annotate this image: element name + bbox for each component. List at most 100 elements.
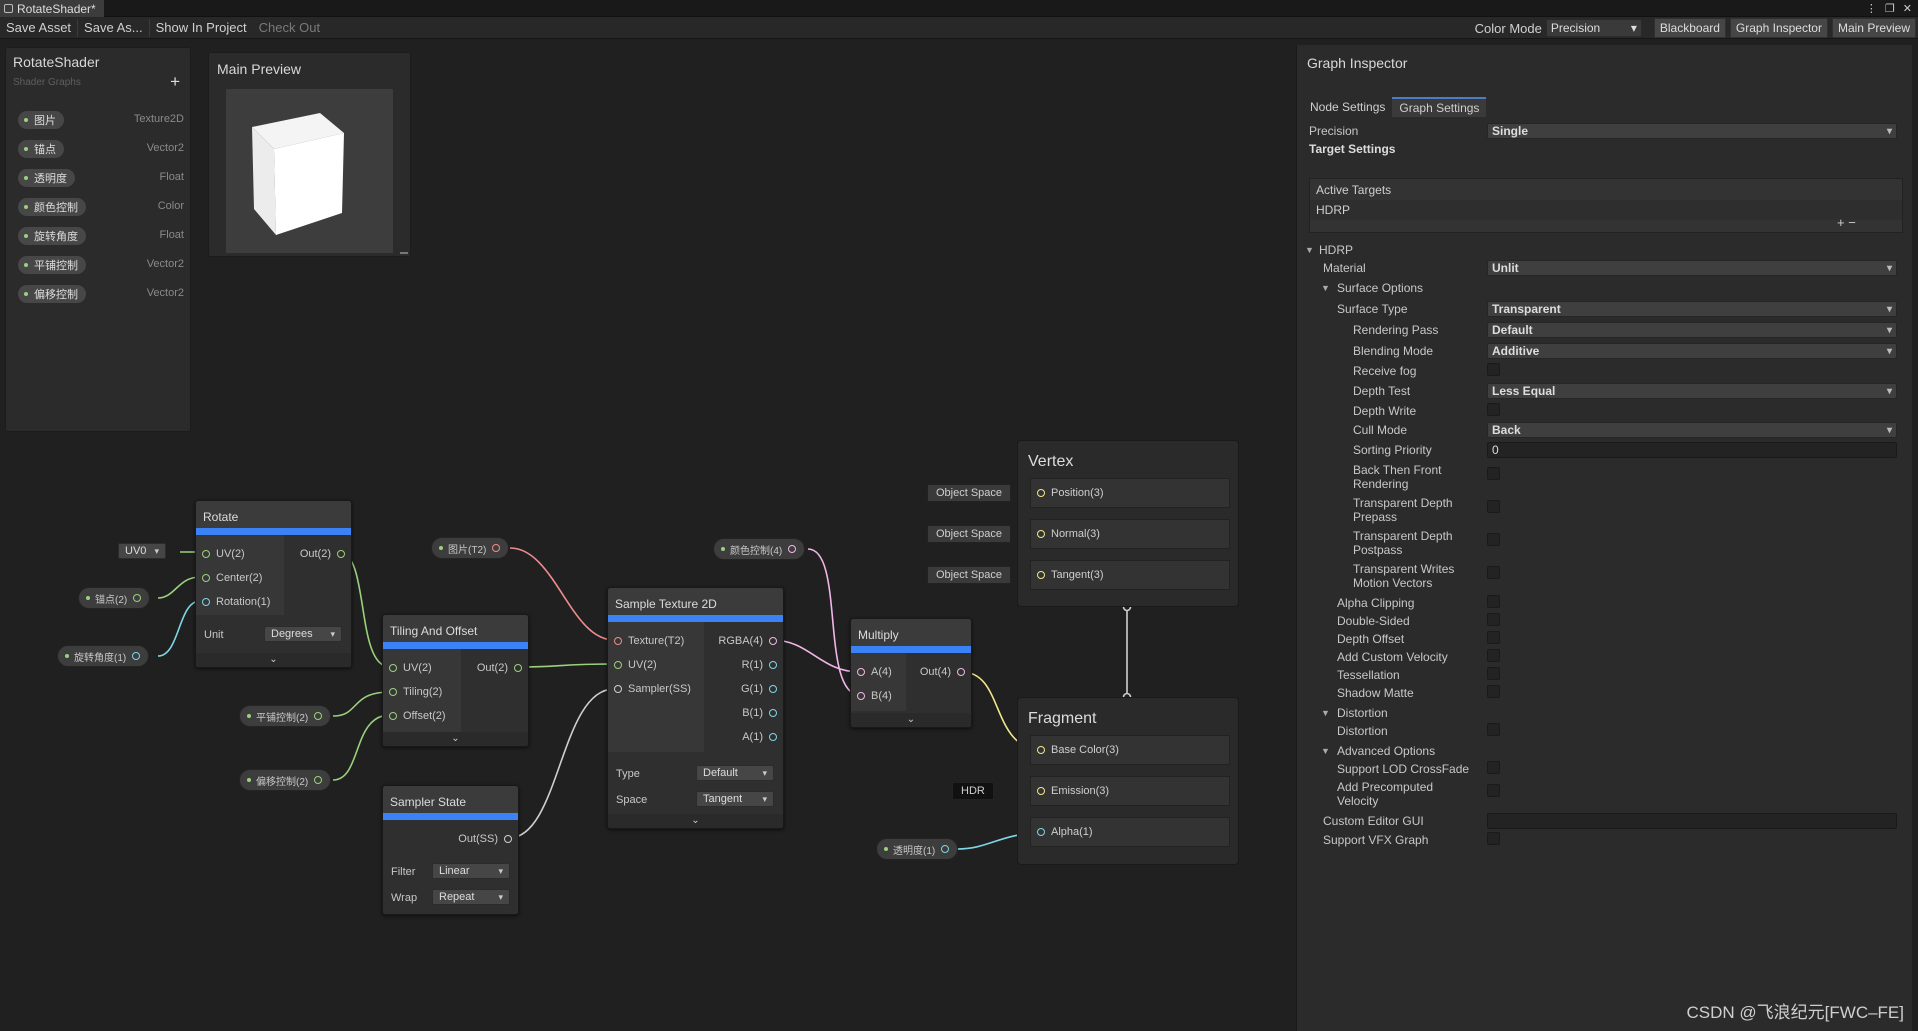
input-port-uv[interactable]: UV(2) bbox=[608, 656, 657, 674]
input-port-offset[interactable]: Offset(2) bbox=[383, 707, 446, 725]
output-port-out[interactable]: Out(2) bbox=[477, 659, 528, 677]
property-pill[interactable]: 图片 bbox=[18, 111, 64, 129]
port-dot[interactable] bbox=[941, 845, 950, 853]
tiling-and-offset-node[interactable]: Tiling And Offset UV(2) Tiling(2) Offset… bbox=[382, 614, 529, 747]
input-port-tiling[interactable]: Tiling(2) bbox=[383, 683, 442, 701]
sample-texture-2d-node[interactable]: Sample Texture 2D Texture(T2) UV(2) Samp… bbox=[607, 587, 784, 829]
port-dot[interactable] bbox=[492, 544, 501, 552]
uv-channel-dropdown[interactable]: UV0 bbox=[118, 543, 166, 559]
fragment-base-color-block[interactable]: Base Color(3) bbox=[1030, 735, 1230, 765]
input-port-texture[interactable]: Texture(T2) bbox=[608, 632, 684, 650]
depth-offset-checkbox[interactable] bbox=[1487, 631, 1500, 644]
distortion-header[interactable]: ▼ Distortion bbox=[1297, 705, 1913, 722]
normal-space-tag[interactable]: Object Space bbox=[927, 525, 1012, 543]
output-port-out[interactable]: Out(2) bbox=[300, 545, 351, 563]
input-port-b[interactable]: B(4) bbox=[851, 687, 892, 705]
fragment-alpha-block[interactable]: Alpha(1) bbox=[1030, 817, 1230, 847]
property-pill[interactable]: 透明度 bbox=[18, 169, 75, 187]
input-port-a[interactable]: A(4) bbox=[851, 663, 892, 681]
property-row[interactable]: 图片 Texture2D bbox=[18, 109, 184, 131]
output-port-b[interactable]: B(1) bbox=[742, 704, 783, 722]
foldout-arrow-icon[interactable]: ▼ bbox=[1321, 708, 1330, 718]
foldout-arrow-icon[interactable]: ▼ bbox=[1321, 746, 1330, 756]
multiply-node[interactable]: Multiply A(4) B(4) Out(4) ⌄ bbox=[850, 618, 972, 728]
output-port-rgba[interactable]: RGBA(4) bbox=[718, 632, 783, 650]
rendering-pass-dropdown[interactable]: Default bbox=[1487, 322, 1897, 338]
preview-viewport[interactable] bbox=[226, 89, 393, 253]
output-port-g[interactable]: G(1) bbox=[741, 680, 783, 698]
vfx-graph-checkbox[interactable] bbox=[1487, 832, 1500, 845]
input-port-rotation[interactable]: Rotation(1) bbox=[196, 593, 270, 611]
vertex-normal-block[interactable]: Normal(3) bbox=[1030, 519, 1230, 549]
rotate-node[interactable]: Rotate UV(2) Center(2) Rotation(1) Out(2… bbox=[195, 500, 352, 668]
port-dot[interactable] bbox=[132, 652, 141, 660]
target-item-hdrp[interactable]: HDRP bbox=[1310, 200, 1902, 220]
property-pill[interactable]: 旋转角度 bbox=[18, 227, 86, 245]
output-port-r[interactable]: R(1) bbox=[742, 656, 783, 674]
fragment-emission-block[interactable]: Emission(3) bbox=[1030, 776, 1230, 806]
property-row[interactable]: 平铺控制 Vector2 bbox=[18, 254, 184, 276]
hdr-color-swatch[interactable]: HDR bbox=[952, 782, 994, 800]
show-in-project-button[interactable]: Show In Project bbox=[150, 17, 253, 39]
wrap-dropdown[interactable]: Repeat bbox=[432, 889, 510, 905]
type-dropdown[interactable]: Default bbox=[696, 765, 774, 781]
property-row[interactable]: 锚点 Vector2 bbox=[18, 138, 184, 160]
port-dot[interactable] bbox=[314, 776, 323, 784]
tdpost-checkbox[interactable] bbox=[1487, 533, 1500, 546]
depth-write-checkbox[interactable] bbox=[1487, 403, 1500, 416]
space-dropdown[interactable]: Tangent bbox=[696, 791, 774, 807]
collapse-chevron-icon[interactable]: ⌄ bbox=[851, 713, 971, 727]
collapse-chevron-icon[interactable]: ⌄ bbox=[383, 732, 528, 746]
color-property-node[interactable]: 颜色控制(4) bbox=[713, 538, 806, 560]
more-options-icon[interactable]: ⋮ bbox=[1866, 2, 1877, 15]
alpha-clipping-checkbox[interactable] bbox=[1487, 595, 1500, 608]
collapse-chevron-icon[interactable]: ⌄ bbox=[608, 814, 783, 828]
custom-editor-gui-input[interactable] bbox=[1487, 813, 1897, 829]
surface-type-dropdown[interactable]: Transparent bbox=[1487, 301, 1897, 317]
image-property-node[interactable]: 图片(T2) bbox=[431, 537, 510, 559]
precomputed-checkbox[interactable] bbox=[1487, 784, 1500, 797]
property-row[interactable]: 颜色控制 Color bbox=[18, 196, 184, 218]
output-port-out[interactable]: Out(4) bbox=[920, 663, 971, 681]
angle-property-node[interactable]: 旋转角度(1) bbox=[57, 645, 150, 667]
port-dot[interactable] bbox=[788, 545, 797, 553]
alpha-property-node[interactable]: 透明度(1) bbox=[876, 838, 959, 860]
depth-test-dropdown[interactable]: Less Equal bbox=[1487, 383, 1897, 399]
input-port-sampler[interactable]: Sampler(SS) bbox=[608, 680, 691, 698]
input-port-center[interactable]: Center(2) bbox=[196, 569, 262, 587]
property-pill[interactable]: 偏移控制 bbox=[18, 285, 86, 303]
property-pill[interactable]: 平铺控制 bbox=[18, 256, 86, 274]
vertex-tangent-block[interactable]: Tangent(3) bbox=[1030, 560, 1230, 590]
property-row[interactable]: 偏移控制 Vector2 bbox=[18, 283, 184, 305]
property-pill[interactable]: 颜色控制 bbox=[18, 198, 86, 216]
foldout-arrow-icon[interactable]: ▼ bbox=[1321, 283, 1330, 293]
distortion-checkbox[interactable] bbox=[1487, 723, 1500, 736]
blending-mode-dropdown[interactable]: Additive bbox=[1487, 343, 1897, 359]
filter-dropdown[interactable]: Linear bbox=[432, 863, 510, 879]
add-property-button[interactable]: + bbox=[170, 72, 180, 92]
advanced-options-header[interactable]: ▼ Advanced Options bbox=[1297, 743, 1913, 760]
offset-property-node[interactable]: 偏移控制(2) bbox=[239, 769, 332, 791]
save-as-button[interactable]: Save As... bbox=[78, 17, 149, 39]
property-row[interactable]: 旋转角度 Float bbox=[18, 225, 184, 247]
output-port-out[interactable]: Out(SS) bbox=[458, 830, 518, 848]
surface-options-header[interactable]: ▼ Surface Options bbox=[1297, 280, 1913, 297]
sampler-state-node[interactable]: Sampler State Out(SS) Filter Linear Wrap… bbox=[382, 785, 519, 915]
main-preview-toggle[interactable]: Main Preview bbox=[1831, 18, 1916, 38]
hdrp-section-header[interactable]: ▼ HDRP bbox=[1297, 242, 1913, 259]
back-then-front-checkbox[interactable] bbox=[1487, 467, 1500, 480]
material-dropdown[interactable]: Unlit bbox=[1487, 260, 1897, 276]
anchor-property-node[interactable]: 锚点(2) bbox=[78, 587, 151, 609]
check-out-button[interactable]: Check Out bbox=[253, 17, 326, 39]
collapse-chevron-icon[interactable]: ⌄ bbox=[196, 653, 351, 667]
window-tab[interactable]: RotateShader* bbox=[0, 0, 104, 17]
fragment-context[interactable]: Fragment Base Color(3) Emission(3) Alpha… bbox=[1017, 697, 1239, 865]
input-port-uv[interactable]: UV(2) bbox=[383, 659, 432, 677]
maximize-icon[interactable]: ❐ bbox=[1885, 2, 1895, 15]
lod-crossfade-checkbox[interactable] bbox=[1487, 761, 1500, 774]
save-asset-button[interactable]: Save Asset bbox=[0, 17, 77, 39]
double-sided-checkbox[interactable] bbox=[1487, 613, 1500, 626]
tessellation-checkbox[interactable] bbox=[1487, 667, 1500, 680]
vertex-position-block[interactable]: Position(3) bbox=[1030, 478, 1230, 508]
blackboard-toggle[interactable]: Blackboard bbox=[1653, 18, 1726, 38]
